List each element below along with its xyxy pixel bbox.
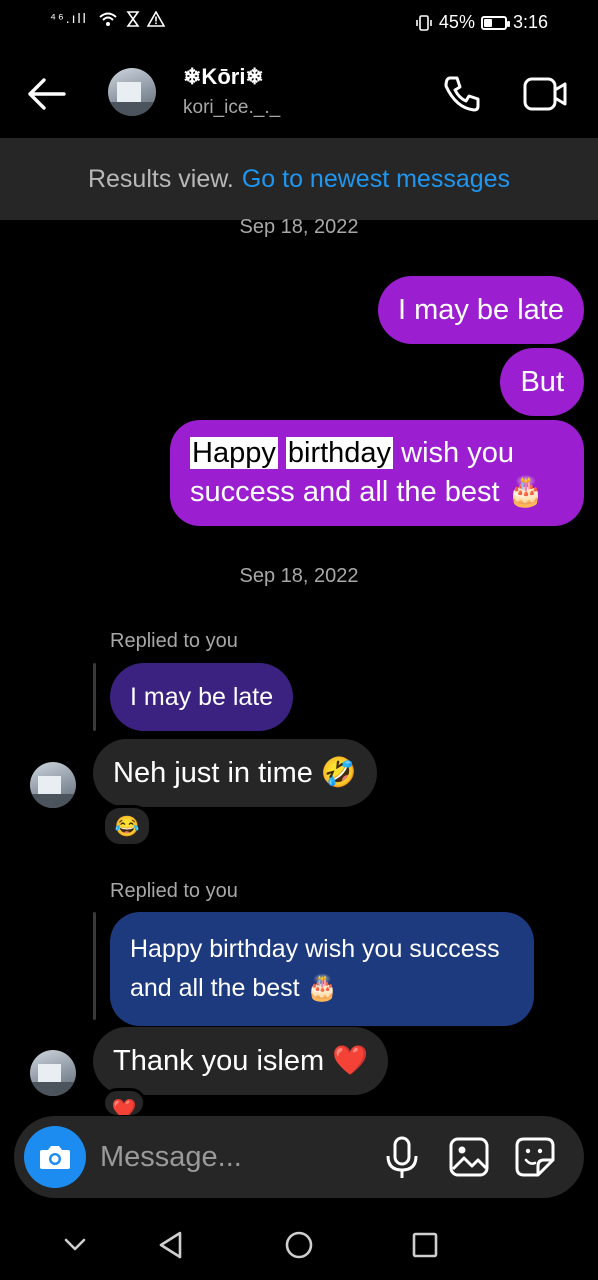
quoted-message[interactable]: Happy birthday wish you success and all …: [110, 912, 534, 1026]
status-icons-right: 45% 3:16: [415, 12, 548, 33]
phone-call-icon[interactable]: [440, 72, 484, 116]
replied-to-label: Replied to you: [110, 880, 238, 902]
signal-icon: ⁴⁶.ıll: [50, 10, 88, 26]
sent-message[interactable]: I may be late: [377, 276, 584, 344]
hourglass-icon: [126, 11, 140, 28]
gallery-icon[interactable]: [448, 1136, 490, 1178]
nav-home-icon[interactable]: [284, 1230, 314, 1260]
contact-name[interactable]: ❄Kōri❄: [183, 64, 264, 90]
quoted-message[interactable]: I may be late: [110, 663, 294, 731]
contact-avatar[interactable]: [108, 68, 156, 116]
sender-avatar[interactable]: [30, 1050, 76, 1096]
reply-indicator-bar: [93, 912, 96, 1020]
back-arrow-icon[interactable]: [24, 74, 68, 114]
vibrate-icon: [416, 14, 432, 31]
sent-message[interactable]: But: [500, 348, 584, 416]
microphone-icon[interactable]: [382, 1136, 422, 1180]
sender-avatar[interactable]: [30, 762, 76, 808]
results-label: Results view.: [87, 164, 234, 193]
nav-recent-apps-icon[interactable]: [411, 1231, 439, 1259]
chat-header: ❄Kōri❄ kori_ice._._: [0, 44, 598, 138]
search-highlight: Happy: [190, 437, 278, 469]
nav-back-icon[interactable]: [156, 1230, 186, 1260]
search-highlight: birthday: [285, 437, 394, 469]
message-composer: [14, 1116, 584, 1198]
reaction-badge[interactable]: ❤️: [102, 1088, 146, 1118]
video-call-icon[interactable]: [520, 72, 570, 116]
reply-indicator-bar: [93, 663, 96, 731]
received-message[interactable]: Neh just in time 🤣: [93, 739, 378, 807]
message-input[interactable]: [100, 1134, 360, 1180]
wifi-icon: [99, 12, 117, 27]
chevron-down-icon[interactable]: [62, 1234, 88, 1254]
status-bar: ⁴⁶.ıll 45% 3:16: [0, 0, 598, 44]
replied-to-label: Replied to you: [110, 630, 238, 652]
camera-icon: [40, 1146, 70, 1169]
date-separator: Sep 18, 2022: [239, 216, 359, 238]
system-nav-bar: [0, 1212, 598, 1280]
received-message[interactable]: Thank you islem ❤️: [93, 1027, 389, 1095]
warning-icon: [147, 10, 166, 28]
battery-percent: 45%: [438, 12, 475, 32]
battery-level: [483, 18, 492, 27]
reaction-badge[interactable]: 😂: [102, 805, 152, 847]
camera-button[interactable]: [24, 1126, 86, 1188]
status-time: 3:16: [512, 12, 548, 32]
go-to-newest-link[interactable]: Go to newest messages: [242, 165, 510, 194]
battery-icon: [480, 15, 510, 30]
sticker-icon[interactable]: [514, 1136, 556, 1178]
status-icons-left: ⁴⁶.ıll: [50, 10, 166, 28]
date-separator: Sep 18, 2022: [239, 565, 359, 587]
sent-message[interactable]: Happy birthday wish you success and all …: [170, 420, 584, 526]
contact-username[interactable]: kori_ice._._: [183, 97, 280, 119]
results-banner: Results view. Go to newest messages: [0, 138, 598, 220]
